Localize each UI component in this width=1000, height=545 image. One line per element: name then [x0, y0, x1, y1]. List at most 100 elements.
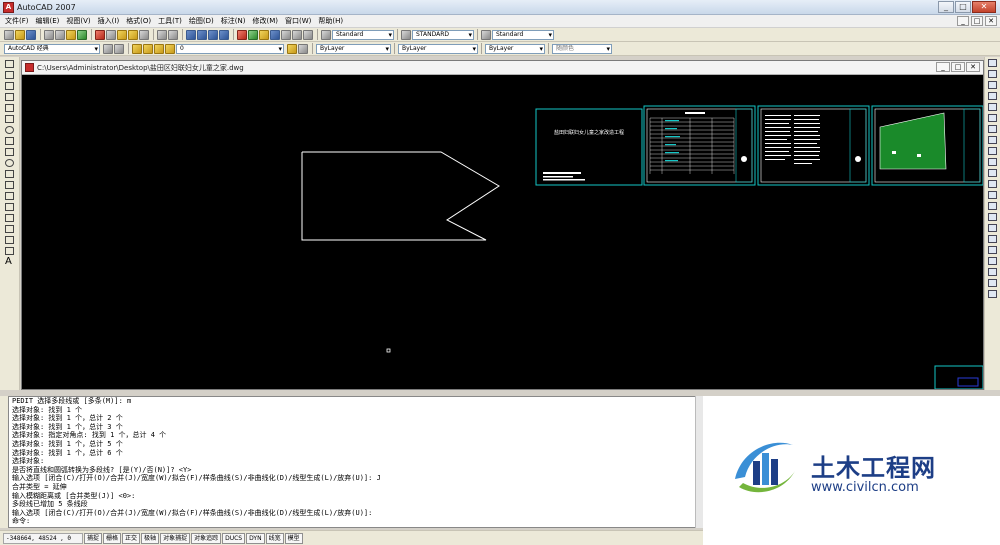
- maximize-button[interactable]: □: [955, 1, 971, 13]
- save-icon[interactable]: [26, 29, 36, 40]
- sheet-design-notes[interactable]: [757, 105, 870, 186]
- menu-view[interactable]: 视图(V): [66, 16, 90, 26]
- menu-file[interactable]: 文件(F): [5, 16, 29, 26]
- mirror-icon[interactable]: [988, 81, 997, 89]
- match-properties-icon[interactable]: [128, 29, 138, 40]
- ducs-toggle[interactable]: DUCS: [222, 532, 246, 544]
- my-workspace-icon[interactable]: [114, 43, 124, 54]
- pan-icon[interactable]: [186, 29, 196, 40]
- menu-tools[interactable]: 工具(T): [158, 16, 182, 26]
- break-icon[interactable]: [988, 191, 997, 199]
- sheet-index-table[interactable]: [643, 105, 756, 186]
- properties-icon[interactable]: [237, 29, 247, 40]
- polar-toggle[interactable]: 极轴: [141, 532, 160, 544]
- dim-style-select[interactable]: STANDARD: [412, 29, 474, 40]
- rotate-icon[interactable]: [988, 125, 997, 133]
- bring-above-icon[interactable]: [988, 279, 997, 287]
- plot-preview-icon[interactable]: [55, 29, 65, 40]
- lineweight-toggle[interactable]: 线宽: [265, 532, 284, 544]
- bring-to-front-icon[interactable]: [988, 257, 997, 265]
- text-style-icon[interactable]: [321, 29, 331, 40]
- send-to-back-icon[interactable]: [988, 268, 997, 276]
- menu-help[interactable]: 帮助(H): [318, 16, 343, 26]
- construction-line-icon[interactable]: [5, 71, 14, 79]
- publish-icon[interactable]: [66, 29, 76, 40]
- menu-window[interactable]: 窗口(W): [285, 16, 311, 26]
- ortho-toggle[interactable]: 正交: [122, 532, 141, 544]
- layer-on-icon[interactable]: [143, 43, 153, 54]
- sheet-partial[interactable]: [934, 365, 983, 389]
- command-prompt[interactable]: 命令:: [9, 517, 702, 526]
- gradient-icon[interactable]: [5, 225, 14, 233]
- coordinate-readout[interactable]: -348664, 48524 , 0: [3, 532, 83, 544]
- model-toggle[interactable]: 模型: [284, 532, 303, 544]
- model-space-canvas[interactable]: 盐田妇联妇女儿童之家改造工程: [22, 75, 983, 389]
- menu-modify[interactable]: 修改(M): [252, 16, 278, 26]
- region-icon[interactable]: [5, 236, 14, 244]
- ellipse-arc-icon[interactable]: [5, 170, 14, 178]
- otrack-toggle[interactable]: 对象追踪: [191, 532, 222, 544]
- sheet-cover[interactable]: 盐田妇联妇女儿童之家改造工程: [535, 108, 643, 186]
- doc-close-button[interactable]: ✕: [985, 16, 997, 26]
- layer-previous-icon[interactable]: [298, 43, 308, 54]
- table-style-select[interactable]: Standard: [492, 29, 554, 40]
- color-select[interactable]: ByLayer: [316, 43, 391, 54]
- lineweight-select[interactable]: ByLayer: [485, 43, 545, 54]
- copy-icon[interactable]: [106, 29, 116, 40]
- dim-style-icon[interactable]: [401, 29, 411, 40]
- table-style-icon[interactable]: [481, 29, 491, 40]
- extend-icon[interactable]: [988, 169, 997, 177]
- design-center-icon[interactable]: [248, 29, 258, 40]
- chamfer-icon[interactable]: [988, 213, 997, 221]
- polyline-shape[interactable]: [301, 151, 500, 241]
- revision-cloud-icon[interactable]: [5, 137, 14, 145]
- drawing-close-button[interactable]: ✕: [966, 62, 980, 72]
- stretch-icon[interactable]: [988, 147, 997, 155]
- spline-icon[interactable]: [5, 148, 14, 156]
- fillet-icon[interactable]: [988, 224, 997, 232]
- line-icon[interactable]: [5, 60, 14, 68]
- drawing-minimize-button[interactable]: _: [936, 62, 950, 72]
- tool-palettes-icon[interactable]: [259, 29, 269, 40]
- break-at-point-icon[interactable]: [988, 180, 997, 188]
- osnap-toggle[interactable]: 对象捕捉: [160, 532, 191, 544]
- circle-icon[interactable]: [5, 126, 14, 134]
- copy-object-icon[interactable]: [988, 70, 997, 78]
- ellipse-icon[interactable]: [5, 159, 14, 167]
- command-scrollbar[interactable]: [695, 396, 703, 528]
- cut-icon[interactable]: [95, 29, 105, 40]
- new-icon[interactable]: [4, 29, 14, 40]
- layer-freeze-icon[interactable]: [154, 43, 164, 54]
- sheet-site-plan[interactable]: [871, 105, 983, 186]
- redo-icon[interactable]: [168, 29, 178, 40]
- offset-icon[interactable]: [988, 92, 997, 100]
- grid-toggle[interactable]: 栅格: [103, 532, 122, 544]
- explode-icon[interactable]: [988, 235, 997, 243]
- hatch-icon[interactable]: [5, 214, 14, 222]
- sheet-set-icon[interactable]: [270, 29, 280, 40]
- zoom-realtime-icon[interactable]: [197, 29, 207, 40]
- open-icon[interactable]: [15, 29, 25, 40]
- layer-properties-icon[interactable]: [132, 43, 142, 54]
- calculator-icon[interactable]: [292, 29, 302, 40]
- command-window-grip[interactable]: [0, 396, 8, 528]
- menu-format[interactable]: 格式(O): [126, 16, 151, 26]
- trim-icon[interactable]: [988, 158, 997, 166]
- print-icon[interactable]: [44, 29, 54, 40]
- multiline-text-icon[interactable]: A: [5, 257, 14, 267]
- workspace-select[interactable]: AutoCAD 经典: [4, 43, 100, 54]
- layer-select[interactable]: 0: [176, 43, 284, 54]
- minimize-button[interactable]: _: [938, 1, 954, 13]
- 3d-dwf-icon[interactable]: [77, 29, 87, 40]
- markup-icon[interactable]: [281, 29, 291, 40]
- plotstyle-select[interactable]: 随颜色: [552, 43, 612, 54]
- draw-order-icon[interactable]: [988, 246, 997, 254]
- menu-edit[interactable]: 编辑(E): [36, 16, 60, 26]
- move-icon[interactable]: [988, 114, 997, 122]
- close-button[interactable]: ✕: [972, 1, 996, 13]
- scale-icon[interactable]: [988, 136, 997, 144]
- rectangle-icon[interactable]: [5, 104, 14, 112]
- autocad-app-icon[interactable]: A: [3, 1, 14, 13]
- paste-icon[interactable]: [117, 29, 127, 40]
- zoom-window-icon[interactable]: [208, 29, 218, 40]
